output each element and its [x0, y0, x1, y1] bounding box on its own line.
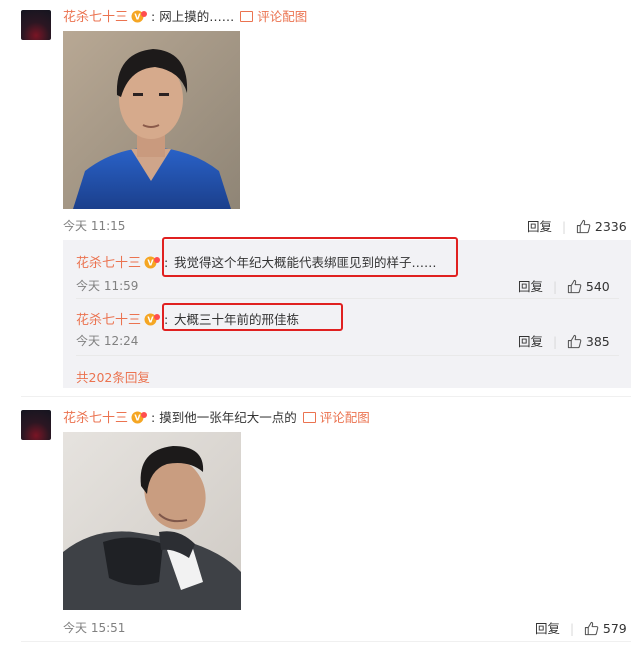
reply-actions: 回复 | 385: [518, 331, 610, 350]
comment-time: 今天 11:15: [63, 219, 126, 233]
comment-actions: 回复 | 2336: [527, 216, 627, 235]
picture-icon: [240, 11, 254, 22]
picture-link-label: 评论配图: [319, 410, 370, 425]
reply-button[interactable]: 回复: [535, 621, 560, 636]
svg-text:V: V: [147, 259, 154, 268]
comment-time: 今天 15:51: [63, 621, 126, 635]
reply-divider: [76, 298, 619, 299]
svg-text:V: V: [147, 316, 154, 325]
like-button[interactable]: 540: [567, 279, 610, 294]
reply-divider: [76, 355, 619, 356]
action-separator: |: [553, 335, 558, 349]
reply-button[interactable]: 回复: [518, 334, 543, 349]
vip-badge-icon: V: [144, 313, 161, 326]
comment-divider: [21, 396, 631, 397]
username-link[interactable]: 花杀七十三: [63, 10, 128, 25]
like-count: 2336: [594, 219, 627, 234]
like-button[interactable]: 385: [567, 334, 610, 349]
reply-header: 花杀七十三 V:: [76, 312, 169, 328]
reply-button[interactable]: 回复: [518, 279, 543, 294]
comment-image[interactable]: [63, 432, 241, 610]
vip-badge-icon: V: [144, 256, 161, 269]
thumbs-up-icon: [584, 621, 599, 636]
username-link[interactable]: 花杀七十三: [63, 411, 128, 426]
reply-time: 今天 12:24: [76, 334, 139, 348]
comment-image-graphic: [63, 432, 241, 610]
like-count: 540: [585, 279, 610, 294]
comment-header: 花杀七十三 V: 摸到他一张年纪大一点的 评论配图: [63, 410, 370, 426]
avatar[interactable]: [21, 10, 51, 40]
reply-username-link[interactable]: 花杀七十三: [76, 313, 141, 328]
action-separator: |: [553, 280, 558, 294]
reply-text: 大概三十年前的邢佳栋: [174, 312, 300, 327]
like-button[interactable]: 2336: [576, 219, 627, 234]
like-count: 385: [585, 334, 610, 349]
comment-image-graphic: [63, 31, 240, 209]
thumbs-up-icon: [567, 334, 582, 349]
comment-header: 花杀七十三 V: 网上摸的…… 评论配图: [63, 9, 308, 25]
avatar[interactable]: [21, 410, 51, 440]
picture-link-label: 评论配图: [257, 9, 308, 24]
reply-header: 花杀七十三 V:: [76, 255, 169, 271]
reply-username-link[interactable]: 花杀七十三: [76, 256, 141, 271]
thumbs-up-icon: [576, 219, 591, 234]
action-separator: |: [570, 622, 575, 636]
comment-image[interactable]: [63, 31, 240, 209]
comment-actions: 回复 | 579: [535, 618, 627, 637]
svg-text:V: V: [134, 13, 141, 22]
picture-icon: [302, 412, 316, 423]
svg-text:V: V: [134, 414, 141, 423]
vip-badge-icon: V: [131, 10, 148, 23]
thumbs-up-icon: [567, 279, 582, 294]
comment-text: 摸到他一张年纪大一点的: [159, 410, 297, 425]
like-button[interactable]: 579: [584, 621, 627, 636]
reply-text: 我觉得这个年纪大概能代表绑匪见到的样子……: [174, 255, 437, 270]
comment-text: 网上摸的……: [159, 9, 235, 24]
comment-picture-link[interactable]: 评论配图: [240, 9, 307, 24]
vip-badge-icon: V: [131, 411, 148, 424]
reply-actions: 回复 | 540: [518, 276, 610, 295]
reply-button[interactable]: 回复: [527, 219, 552, 234]
action-separator: |: [562, 220, 567, 234]
comment-divider: [21, 641, 631, 642]
like-count: 579: [602, 621, 627, 636]
comment-picture-link[interactable]: 评论配图: [302, 410, 370, 425]
reply-time: 今天 11:59: [76, 279, 139, 293]
more-replies-link[interactable]: 共202条回复: [76, 367, 150, 386]
